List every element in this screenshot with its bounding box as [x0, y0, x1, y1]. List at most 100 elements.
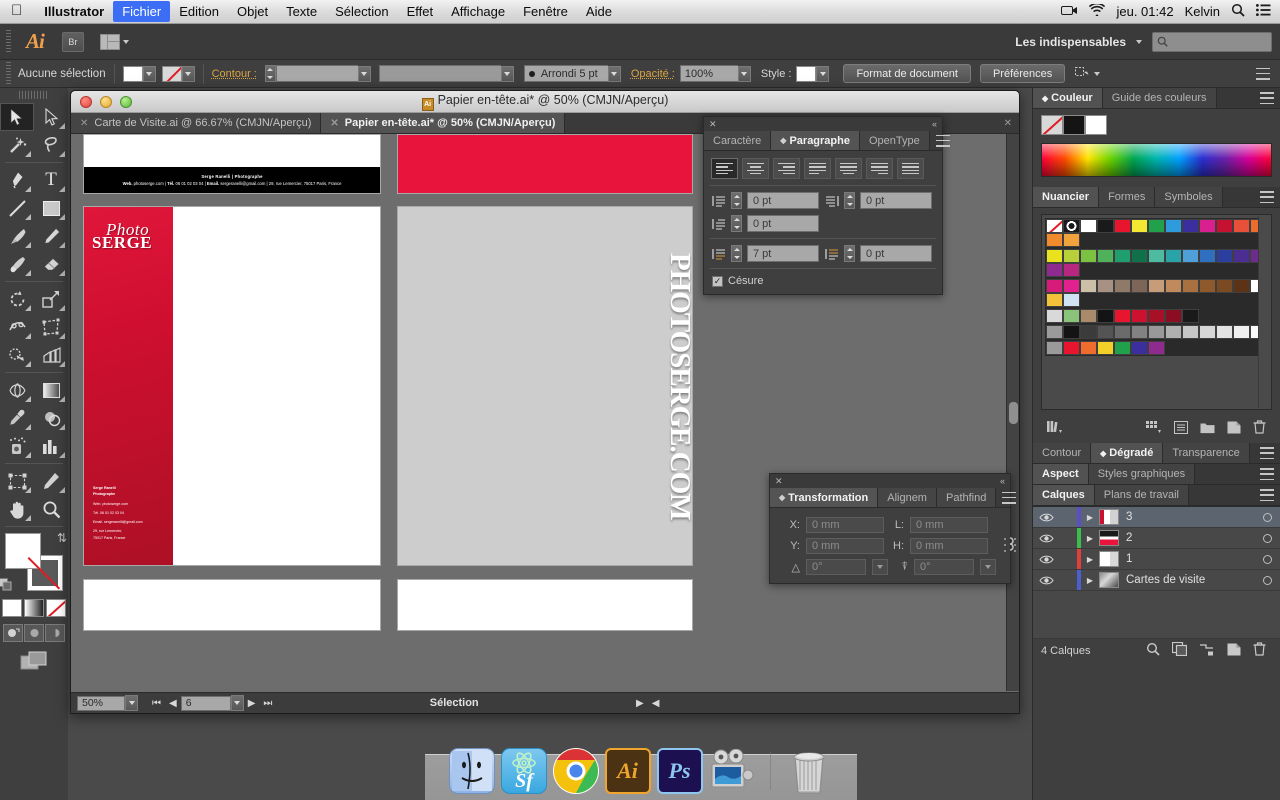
paintbrush-tool[interactable]	[0, 222, 34, 250]
color-spectrum-ramp[interactable]	[1041, 143, 1272, 177]
target-circle-icon[interactable]	[1254, 512, 1280, 522]
swatch-cell[interactable]	[1131, 279, 1148, 293]
target-circle-icon[interactable]	[1254, 533, 1280, 543]
layer-row[interactable]: ▶ 1	[1033, 549, 1280, 570]
artboard-bottom-right[interactable]	[397, 579, 693, 631]
disclosure-triangle-icon[interactable]: ▶	[1081, 513, 1099, 522]
appbar-grip[interactable]	[3, 29, 14, 54]
tab-opentype[interactable]: OpenType	[859, 131, 930, 150]
stroke-swatch[interactable]	[161, 65, 182, 82]
opacity-combo[interactable]: 100%	[679, 65, 751, 82]
create-new-layer-icon[interactable]	[1221, 643, 1247, 659]
collapse-panel-icon[interactable]: «	[1000, 476, 1005, 486]
tab-paragraphe[interactable]: ◆ Paragraphe	[771, 131, 860, 150]
panel-menu-icon[interactable]	[1254, 464, 1280, 484]
video-camera-icon[interactable]	[1061, 4, 1078, 19]
swatch-cell[interactable]	[1199, 279, 1216, 293]
tab-caractere[interactable]: Caractère	[704, 131, 772, 150]
swatch-options-icon[interactable]	[1168, 420, 1194, 439]
swatch-cell[interactable]	[1199, 325, 1216, 339]
graphic-style-swatch[interactable]	[796, 65, 817, 82]
width-tool[interactable]	[0, 313, 34, 341]
reference-point-grid[interactable]	[776, 536, 780, 558]
swatch-cell[interactable]	[1233, 219, 1250, 233]
swatch-cell[interactable]	[1131, 325, 1148, 339]
swatch-cell[interactable]	[1114, 219, 1131, 233]
zoom-dropdown[interactable]	[125, 695, 138, 711]
indent-right-stepper[interactable]	[844, 192, 855, 209]
artboard-red-block[interactable]	[397, 134, 693, 194]
chevron-down-icon[interactable]	[1094, 71, 1101, 76]
brush-dropdown[interactable]	[607, 65, 621, 82]
opacity-input[interactable]: 100%	[679, 65, 738, 82]
swatch-cell[interactable]	[1046, 279, 1063, 293]
shear-input[interactable]: 0°	[914, 559, 974, 575]
tab-styles-graphiques[interactable]: Styles graphiques	[1088, 464, 1196, 484]
brush-combo[interactable]: Arrondi 5 pt	[523, 65, 621, 82]
swatch-cell[interactable]	[1182, 279, 1199, 293]
disclosure-triangle-icon[interactable]: ▶	[1081, 534, 1099, 543]
layer-row[interactable]: ▶ 3	[1033, 507, 1280, 528]
layer-name[interactable]: 3	[1126, 511, 1254, 523]
tab-carte-de-visite[interactable]: ✕ Carte de Visite.ai @ 66.67% (CMJN/Aper…	[71, 113, 322, 133]
free-transform-tool[interactable]	[34, 313, 68, 341]
stroke-profile-input[interactable]	[378, 65, 501, 82]
swatch-cell[interactable]	[1046, 233, 1063, 247]
swatch-cell[interactable]	[1114, 279, 1131, 293]
swatch-cell[interactable]	[1097, 249, 1114, 263]
graphic-style-combo[interactable]	[796, 65, 830, 82]
hand-tool[interactable]	[0, 495, 34, 523]
tab-contour[interactable]: Contour	[1033, 443, 1092, 463]
type-tool[interactable]: T	[34, 166, 68, 194]
fill-stroke-swatches[interactable]: ⇅	[0, 531, 67, 591]
eye-icon[interactable]	[1033, 533, 1059, 544]
close-icon[interactable]: ✕	[709, 119, 717, 130]
stroke-weight-input[interactable]	[275, 65, 358, 82]
color-swatch-button[interactable]	[2, 599, 22, 617]
layer-name[interactable]: 1	[1126, 553, 1254, 565]
swatch-cell[interactable]	[1148, 309, 1165, 323]
justify-last-center-button[interactable]	[835, 158, 862, 179]
tab-transformation[interactable]: ◆ Transformation	[770, 488, 879, 507]
menu-texte[interactable]: Texte	[277, 2, 326, 21]
delete-swatch-icon[interactable]	[1247, 420, 1272, 439]
swatch-cell[interactable]	[1182, 249, 1199, 263]
close-icon[interactable]: ✕	[997, 113, 1019, 133]
slice-tool[interactable]	[34, 467, 68, 495]
constrain-proportions-icon[interactable]	[1002, 535, 1018, 560]
panel-menu-icon[interactable]	[1254, 485, 1280, 505]
tab-symboles[interactable]: Symboles	[1155, 187, 1223, 207]
first-artboard-icon[interactable]: ⏮	[148, 698, 165, 709]
workspace-switcher[interactable]: Les indispensables	[1015, 35, 1126, 49]
trash-icon[interactable]	[786, 748, 832, 794]
controlbar-grip[interactable]	[3, 61, 14, 86]
swatch-cell[interactable]	[1080, 279, 1097, 293]
delete-layer-icon[interactable]	[1247, 642, 1272, 659]
swatch-cell[interactable]	[1063, 325, 1080, 339]
window-titlebar[interactable]: Ai Papier en-tête.ai* @ 50% (CMJN/Aperçu)	[71, 91, 1019, 113]
panel-menu-icon[interactable]	[1256, 67, 1270, 80]
swatch-cell[interactable]	[1063, 263, 1080, 277]
swatches-grid[interactable]	[1041, 214, 1272, 410]
rectangle-tool[interactable]	[34, 194, 68, 222]
chevron-down-icon[interactable]	[1136, 39, 1142, 44]
draw-inside-button[interactable]	[45, 624, 65, 642]
eraser-tool[interactable]	[34, 250, 68, 278]
swatch-cell[interactable]	[1063, 233, 1080, 247]
swatch-cell[interactable]	[1080, 249, 1097, 263]
show-swatch-kinds-icon[interactable]	[1140, 420, 1168, 439]
swatch-cell[interactable]	[1165, 309, 1182, 323]
menu-effet[interactable]: Effet	[398, 2, 443, 21]
indent-right-input[interactable]: 0 pt	[860, 192, 932, 209]
hyphenate-row[interactable]: ✓ Césure	[704, 275, 942, 294]
illustrator-icon[interactable]: Ai	[604, 748, 651, 794]
status-menu-icon[interactable]: ▶	[632, 698, 648, 709]
swatch-cell[interactable]	[1063, 249, 1080, 263]
y-input[interactable]: 0 mm	[806, 538, 884, 554]
eyedropper-tool[interactable]	[0, 404, 34, 432]
swatch-row-5[interactable]	[1045, 324, 1268, 340]
swatch-cell[interactable]	[1131, 219, 1148, 233]
tab-aspect[interactable]: Aspect	[1033, 464, 1089, 484]
previous-artboard-icon[interactable]: ◀	[165, 698, 181, 709]
draw-behind-button[interactable]	[24, 624, 44, 642]
